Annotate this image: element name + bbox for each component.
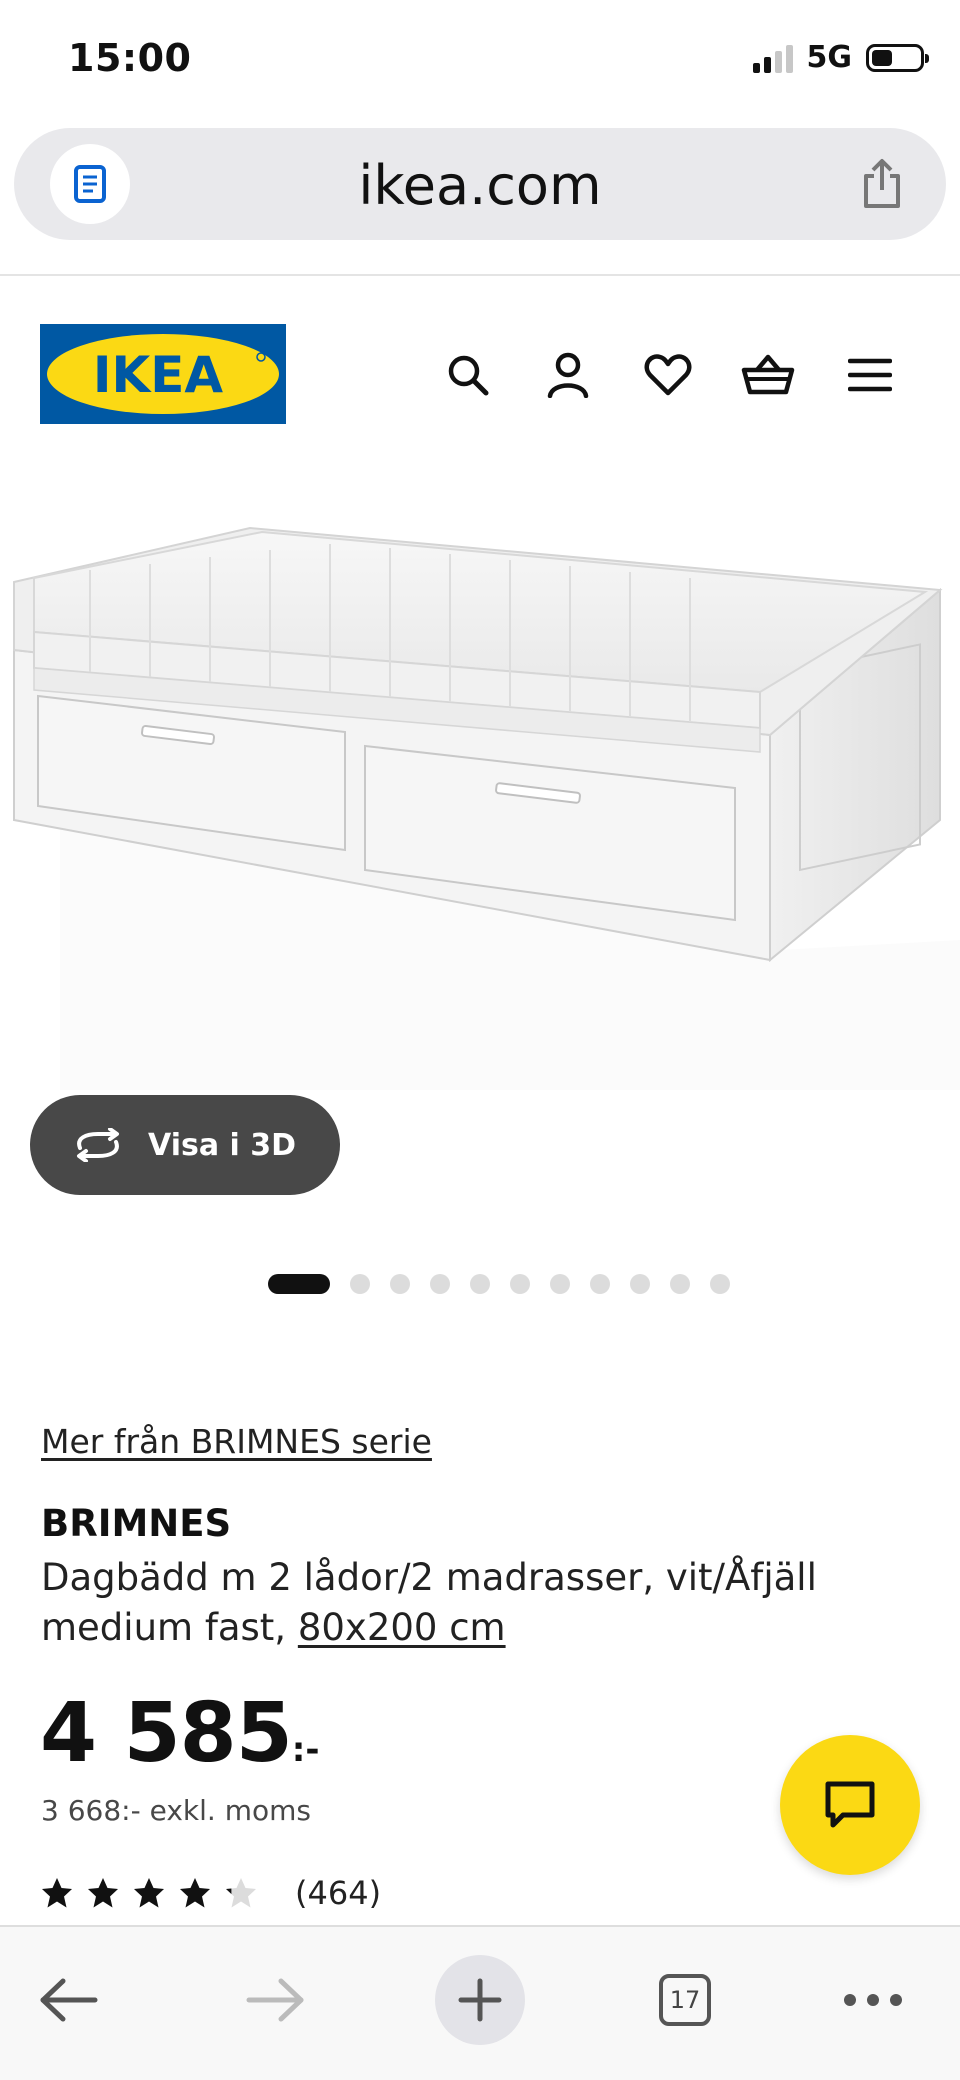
carousel-dot[interactable]: [350, 1274, 370, 1294]
arrow-left-icon: [40, 1978, 98, 2022]
battery-icon: [866, 43, 929, 72]
star-icon: [134, 1878, 164, 1908]
image-carousel-indicator[interactable]: [268, 1274, 730, 1294]
favourites-button[interactable]: [638, 345, 698, 405]
rotate-3d-icon: [77, 1128, 119, 1162]
carousel-dot[interactable]: [268, 1274, 330, 1294]
more-dots-icon: [844, 1994, 902, 2006]
price-excl-vat: 3 668:- exkl. moms: [41, 1794, 311, 1827]
new-tab-button[interactable]: [435, 1955, 525, 2045]
arrow-right-icon: [246, 1978, 304, 2022]
star-icon: [88, 1878, 118, 1908]
network-label: 5G: [806, 40, 853, 75]
review-count[interactable]: (464): [295, 1874, 381, 1912]
carousel-dot[interactable]: [670, 1274, 690, 1294]
url-text[interactable]: ikea.com: [14, 154, 946, 217]
cellular-signal-icon: [752, 43, 793, 73]
carousel-dot[interactable]: [390, 1274, 410, 1294]
basket-icon: [741, 354, 795, 395]
price-amount: 4 585: [40, 1686, 293, 1781]
heart-icon: [644, 354, 692, 396]
price-suffix: :-: [291, 1730, 320, 1770]
more-button[interactable]: [828, 1955, 918, 2045]
view-in-3d-button[interactable]: Visa i 3D: [30, 1095, 340, 1195]
address-bar[interactable]: ikea.com: [14, 128, 946, 240]
back-button[interactable]: [24, 1955, 114, 2045]
chat-button[interactable]: [780, 1735, 920, 1875]
carousel-dot[interactable]: [510, 1274, 530, 1294]
product-description: Dagbädd m 2 lådor/2 madrasser, vit/Åfjäl…: [41, 1553, 861, 1653]
product-name: BRIMNES: [41, 1502, 232, 1545]
carousel-dot[interactable]: [710, 1274, 730, 1294]
price: 4 585:-: [40, 1686, 320, 1781]
browser-toolbar: 17: [0, 1925, 960, 2080]
star-icon: [226, 1878, 256, 1908]
tabs-button[interactable]: 17: [640, 1955, 730, 2045]
star-icon: [180, 1878, 210, 1908]
carousel-dot[interactable]: [550, 1274, 570, 1294]
carousel-dot[interactable]: [430, 1274, 450, 1294]
account-button[interactable]: [538, 345, 598, 405]
product-image[interactable]: [0, 520, 960, 1090]
status-time: 15:00: [68, 36, 192, 80]
ikea-logo[interactable]: IKEA: [40, 324, 286, 424]
shopping-bag-button[interactable]: [738, 345, 798, 405]
menu-button[interactable]: [840, 345, 900, 405]
search-button[interactable]: [438, 345, 498, 405]
divider: [0, 274, 960, 276]
tabs-count: 17: [659, 1974, 711, 2026]
menu-icon: [848, 358, 892, 392]
carousel-dot[interactable]: [590, 1274, 610, 1294]
status-indicators: 5G: [752, 40, 929, 75]
logo-text: IKEA: [93, 346, 224, 404]
share-button[interactable]: [852, 154, 912, 214]
carousel-dot[interactable]: [630, 1274, 650, 1294]
star-icon: [42, 1878, 72, 1908]
series-link[interactable]: Mer från BRIMNES serie: [41, 1422, 432, 1461]
rating[interactable]: (464): [41, 1874, 381, 1912]
forward-button[interactable]: [230, 1955, 320, 2045]
user-icon: [547, 352, 589, 398]
share-icon: [864, 159, 900, 208]
search-icon: [448, 355, 489, 396]
rating-stars: [41, 1877, 257, 1909]
carousel-dot[interactable]: [470, 1274, 490, 1294]
plus-icon: [458, 1978, 502, 2022]
chat-icon: [825, 1781, 875, 1828]
view-in-3d-label: Visa i 3D: [148, 1127, 297, 1163]
size-link[interactable]: 80x200 cm: [298, 1606, 506, 1649]
